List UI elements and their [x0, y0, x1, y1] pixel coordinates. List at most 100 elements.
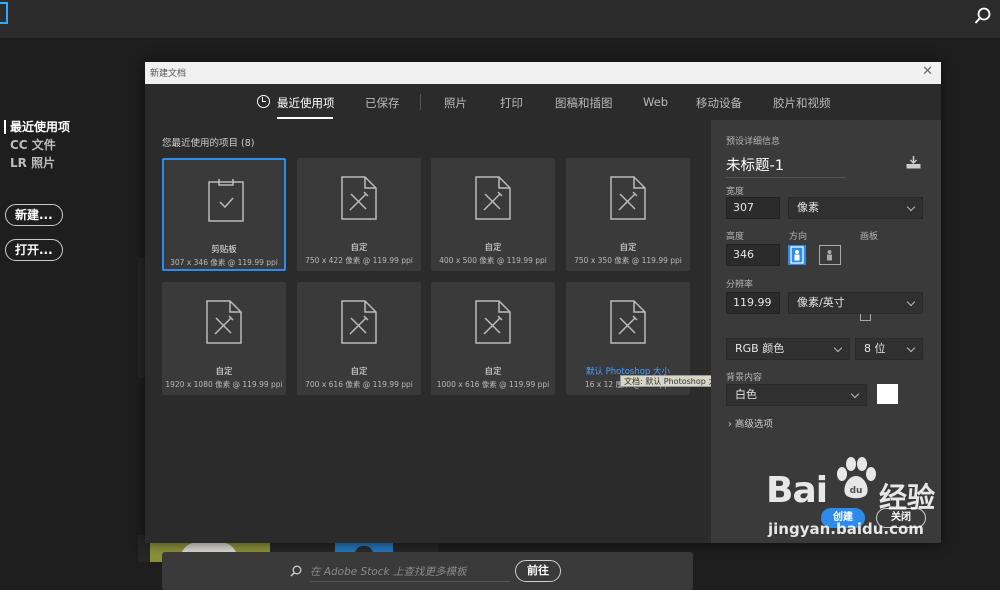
- clipboard-doc-icon: [208, 179, 244, 222]
- preset-card[interactable]: 自定 750 x 350 像素 @ 119.99 ppi: [566, 158, 690, 271]
- custom-doc-icon: [610, 300, 646, 344]
- chevron-down-icon: [850, 389, 860, 399]
- preset-size: 1920 x 1080 像素 @ 119.99 ppi: [165, 380, 283, 389]
- search-icon[interactable]: [974, 7, 992, 25]
- new-button[interactable]: 新建...: [5, 204, 63, 226]
- preset-name: 自定: [484, 367, 502, 377]
- stock-search-input[interactable]: 在 Adobe Stock 上查找更多模板: [310, 564, 510, 582]
- app-topbar: [0, 0, 1000, 38]
- artboard-label: 画板: [860, 232, 879, 242]
- preset-size: 750 x 350 像素 @ 119.99 ppi: [574, 256, 682, 265]
- orientation-label: 方向: [789, 232, 808, 242]
- baidu-watermark: du Bai 经验 jingyan.baidu.com: [763, 452, 963, 542]
- go-button[interactable]: 前往: [515, 560, 561, 582]
- tab-recent[interactable]: 最近使用项: [277, 95, 335, 111]
- preset-card[interactable]: 自定 1920 x 1080 像素 @ 119.99 ppi: [162, 282, 286, 395]
- background-select[interactable]: 白色: [726, 384, 867, 406]
- details-header: 预设详细信息: [726, 137, 781, 147]
- recent-panel: 您最近使用的项目 (8) 剪贴板 307 x 346 像素 @ 119.99 p…: [145, 120, 804, 590]
- preset-card[interactable]: 剪贴板 307 x 346 像素 @ 119.99 ppi: [162, 158, 286, 271]
- preset-name: 自定: [350, 243, 368, 253]
- height-label: 高度: [726, 232, 745, 242]
- width-unit-value: 像素: [797, 201, 819, 214]
- resolution-input[interactable]: 119.99: [726, 292, 780, 314]
- nav-item-lr-photos[interactable]: LR 照片: [0, 154, 140, 172]
- clock-icon: [257, 95, 270, 108]
- portrait-orientation-button[interactable]: [788, 245, 806, 265]
- category-tabs: 最近使用项 已保存 照片 打印 图稿和插图 Web 移动设备 胶片和视频: [145, 84, 941, 120]
- custom-doc-icon: [610, 176, 646, 220]
- resolution-label: 分辨率: [726, 280, 754, 290]
- tab-film-video[interactable]: 胶片和视频: [773, 95, 831, 111]
- svg-text:du: du: [850, 486, 863, 496]
- custom-doc-icon: [341, 176, 377, 220]
- preset-name: 自定: [350, 367, 368, 377]
- adobe-stock-search: 在 Adobe Stock 上查找更多模板 前往: [162, 552, 693, 590]
- tab-divider: [420, 94, 421, 110]
- nav-item-cc-files[interactable]: CC 文件: [0, 136, 140, 154]
- photoshop-logo-icon: [0, 2, 8, 24]
- color-mode-value: RGB 颜色: [735, 342, 785, 355]
- preset-size: 700 x 616 像素 @ 119.99 ppi: [305, 380, 413, 389]
- document-name-field[interactable]: 未标题-1: [726, 154, 846, 178]
- watermark-brand-cn: 经验: [879, 481, 936, 514]
- watermark-brand: Bai: [766, 470, 828, 511]
- advanced-options-toggle[interactable]: › 高级选项: [728, 416, 773, 430]
- width-label: 宽度: [726, 187, 745, 197]
- watermark-url: jingyan.baidu.com: [768, 520, 924, 538]
- preset-size: 400 x 500 像素 @ 119.99 ppi: [439, 256, 547, 265]
- bit-depth-value: 8 位: [864, 342, 886, 355]
- preset-card[interactable]: 自定 400 x 500 像素 @ 119.99 ppi: [431, 158, 555, 271]
- height-input[interactable]: 346: [726, 244, 780, 266]
- custom-doc-icon: [341, 300, 377, 344]
- dialog-titlebar: 新建文档 ✕: [145, 62, 941, 84]
- width-unit-select[interactable]: 像素: [788, 197, 923, 219]
- save-preset-icon[interactable]: [906, 156, 921, 169]
- search-icon: [290, 565, 302, 577]
- preset-card[interactable]: 自定 1000 x 616 像素 @ 119.99 ppi: [431, 282, 555, 395]
- landscape-orientation-button[interactable]: [819, 245, 841, 265]
- tab-print[interactable]: 打印: [500, 95, 523, 111]
- tab-art-illustration[interactable]: 图稿和插图: [555, 95, 613, 111]
- tab-photo[interactable]: 照片: [444, 95, 467, 111]
- preset-name: 自定: [215, 367, 233, 377]
- background-label: 背景内容: [726, 373, 763, 383]
- baidu-paw-logo-icon: du: [837, 457, 876, 499]
- bit-depth-select[interactable]: 8 位: [855, 338, 923, 360]
- recent-title: 您最近使用的项目 (8): [162, 138, 255, 149]
- preset-size: 750 x 422 像素 @ 119.99 ppi: [305, 256, 413, 265]
- preset-size: 307 x 346 像素 @ 119.99 ppi: [170, 258, 278, 267]
- preset-size: 1000 x 616 像素 @ 119.99 ppi: [436, 380, 550, 389]
- custom-doc-icon: [475, 176, 511, 220]
- custom-doc-icon: [475, 300, 511, 344]
- chevron-down-icon: [906, 343, 916, 353]
- background-color-swatch[interactable]: [877, 384, 898, 404]
- landscape-icon: [827, 250, 832, 261]
- chevron-down-icon: [833, 343, 843, 353]
- tab-web[interactable]: Web: [643, 95, 668, 109]
- chevron-right-icon: ›: [728, 419, 732, 430]
- preset-name: 自定: [484, 243, 502, 253]
- preset-name: 剪贴板: [211, 245, 237, 255]
- nav-item-recent[interactable]: 最近使用项: [0, 118, 140, 136]
- tab-saved[interactable]: 已保存: [365, 95, 400, 111]
- preset-card[interactable]: 自定 700 x 616 像素 @ 119.99 ppi: [297, 282, 421, 395]
- dialog-close-icon[interactable]: ✕: [922, 64, 933, 79]
- advanced-options-label: 高级选项: [734, 419, 773, 430]
- chevron-down-icon: [906, 297, 916, 307]
- chevron-down-icon: [906, 202, 916, 212]
- active-tab-indicator: [277, 117, 333, 119]
- left-nav: 最近使用项 CC 文件 LR 照片: [0, 118, 140, 172]
- open-button[interactable]: 打开...: [5, 239, 63, 261]
- color-mode-select[interactable]: RGB 颜色: [726, 338, 850, 360]
- resolution-unit-value: 像素/英寸: [797, 296, 845, 309]
- width-input[interactable]: 307: [726, 197, 780, 219]
- portrait-icon: [790, 246, 804, 264]
- preset-name: 自定: [619, 243, 637, 253]
- dialog-title: 新建文档: [150, 69, 187, 79]
- resolution-unit-select[interactable]: 像素/英寸: [788, 292, 923, 314]
- preset-card[interactable]: 自定 750 x 422 像素 @ 119.99 ppi: [297, 158, 421, 271]
- custom-doc-icon: [206, 300, 242, 344]
- background-value: 白色: [735, 388, 757, 401]
- tab-mobile[interactable]: 移动设备: [696, 95, 742, 111]
